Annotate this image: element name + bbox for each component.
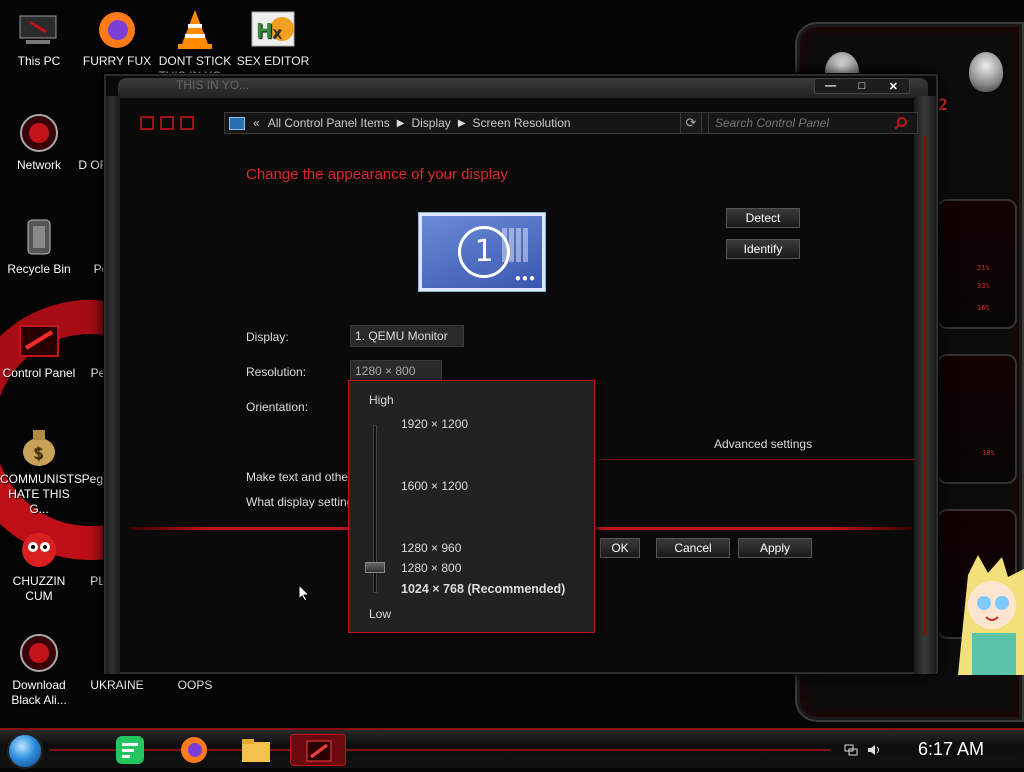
breadcrumb-arrow-icon[interactable]: ▶ [394, 118, 408, 129]
text-size-link[interactable]: Make text and other [246, 470, 352, 484]
resolution-slider-thumb[interactable] [365, 562, 385, 573]
search-input[interactable] [708, 112, 918, 134]
close-button[interactable]: ✕ [882, 80, 904, 93]
widget-readout: 33% [977, 282, 990, 290]
resolution-option[interactable]: 1920 × 1200 [401, 417, 468, 431]
resolution-select[interactable]: 1280 × 800 [350, 360, 442, 382]
taskbar-rail [50, 749, 830, 751]
control-panel-taskbar-button[interactable] [290, 734, 346, 766]
widget-panel [937, 354, 1017, 484]
start-button[interactable] [7, 733, 43, 769]
apply-button[interactable]: Apply [738, 538, 812, 558]
desktop-icon-dont-stick[interactable]: DONT STICK THIS IN YO... [156, 8, 234, 84]
desktop-icon-recycle-bin[interactable]: Recycle Bin [0, 216, 78, 277]
desktop-icon-sex-editor[interactable]: Hx SEX EDITOR [234, 8, 312, 69]
widget-readout: 18% [982, 449, 995, 457]
monitor-number: 1 [458, 226, 510, 278]
breadcrumb-display[interactable]: Display [407, 116, 454, 130]
mouse-cursor-icon [298, 584, 310, 602]
money-bag-icon: $ [16, 426, 62, 468]
vlc-cone-icon [172, 8, 218, 50]
cancel-button[interactable]: Cancel [656, 538, 730, 558]
window-right-border [914, 96, 936, 674]
taskbar: 6:17 AM [0, 728, 1024, 769]
file-explorer-icon[interactable] [240, 734, 272, 766]
refresh-icon: ⟳ [685, 115, 697, 130]
ghost-title-text: THIS IN YO... [176, 78, 250, 92]
search-icon[interactable] [894, 116, 908, 130]
notes-app-icon[interactable] [114, 734, 146, 766]
window-toolbar-icons [140, 116, 220, 132]
widget-readout: 16% [977, 304, 990, 312]
widget-readout: 21% [977, 264, 990, 272]
orientation-label: Orientation: [246, 400, 309, 414]
desktop-icon-download-black-ali[interactable]: Download Black Ali... [0, 632, 78, 708]
svg-text:H: H [256, 19, 273, 43]
resolution-option[interactable]: 1600 × 1200 [401, 479, 468, 493]
desktop-icon-chuzzin-cum[interactable]: CHUZZIN CUM [0, 528, 78, 604]
desktop-icon-network[interactable]: Network [0, 112, 78, 173]
network-tray-icon[interactable] [844, 744, 858, 756]
control-panel-icon [16, 320, 62, 362]
control-panel-icon [306, 740, 332, 762]
page-title: Change the appearance of your display [246, 166, 508, 183]
desktop-icon-communists[interactable]: $ COMMUNISTS HATE THIS G... [0, 426, 82, 517]
firefox-taskbar-icon[interactable] [178, 734, 210, 766]
display-label: Display: [246, 330, 289, 344]
monitor-preview[interactable]: 1 ●●● [418, 212, 546, 292]
recycle-bin-icon [16, 216, 62, 258]
display-settings-help-link[interactable]: What display setting [246, 495, 353, 509]
breadcrumb-arrow-icon[interactable]: ▶ [455, 118, 469, 129]
maximize-button[interactable]: □ [851, 80, 873, 92]
window-titlebar[interactable]: THIS IN YO... [118, 78, 928, 98]
ok-button[interactable]: OK [600, 538, 640, 558]
breadcrumb-screen-resolution[interactable]: Screen Resolution [469, 116, 575, 130]
monitor-taskbar-dots: ●●● [514, 273, 536, 284]
firefox-icon [94, 8, 140, 50]
window-left-border [106, 96, 120, 674]
chuzzle-icon [16, 528, 62, 570]
alien-head-icon [969, 52, 1003, 92]
identify-button[interactable]: Identify [726, 239, 800, 259]
cartoon-character-image [958, 555, 1024, 675]
refresh-button[interactable]: ⟳ [680, 112, 702, 134]
hxd-editor-icon: Hx [250, 8, 296, 50]
alien-globe-icon [16, 632, 62, 674]
resolution-option[interactable]: 1280 × 960 [401, 541, 461, 555]
resolution-label: Resolution: [246, 365, 307, 379]
advanced-settings-link[interactable]: Advanced settings [714, 437, 812, 451]
alien-globe-icon [16, 112, 62, 154]
minimize-button[interactable]: — [820, 80, 842, 92]
window-icon [140, 116, 154, 130]
low-label: Low [369, 607, 392, 621]
window-controls: — □ ✕ [814, 78, 910, 94]
display-select[interactable]: 1. QEMU Monitor [350, 325, 464, 347]
desktop-icon-control-panel[interactable]: Control Panel [0, 320, 78, 381]
window-icon [180, 116, 194, 130]
window-icon [160, 116, 174, 130]
svg-text:$: $ [33, 443, 43, 462]
monitor-screen: 1 ●●● [422, 216, 542, 288]
computer-icon [16, 8, 62, 50]
section-divider [556, 459, 916, 460]
resolution-dropdown: High 1920 × 1200 1600 × 1200 1280 × 960 … [348, 380, 595, 633]
taskbar-clock[interactable]: 6:17 AM [918, 739, 984, 760]
breadcrumb-all-items[interactable]: All Control Panel Items [264, 116, 394, 130]
svg-text:x: x [272, 23, 281, 42]
detect-button[interactable]: Detect [726, 208, 800, 228]
breadcrumb-overflow[interactable]: « [249, 116, 264, 130]
resolution-option[interactable]: 1280 × 800 [401, 561, 461, 575]
desktop-icon-this-pc[interactable]: This PC [0, 8, 78, 69]
resolution-option-recommended[interactable]: 1024 × 768 (Recommended) [401, 582, 565, 596]
volume-icon[interactable] [867, 744, 881, 756]
high-label: High [369, 393, 394, 407]
control-panel-small-icon [229, 116, 245, 130]
desktop-icon-furry-fux[interactable]: FURRY FUX [78, 8, 156, 69]
